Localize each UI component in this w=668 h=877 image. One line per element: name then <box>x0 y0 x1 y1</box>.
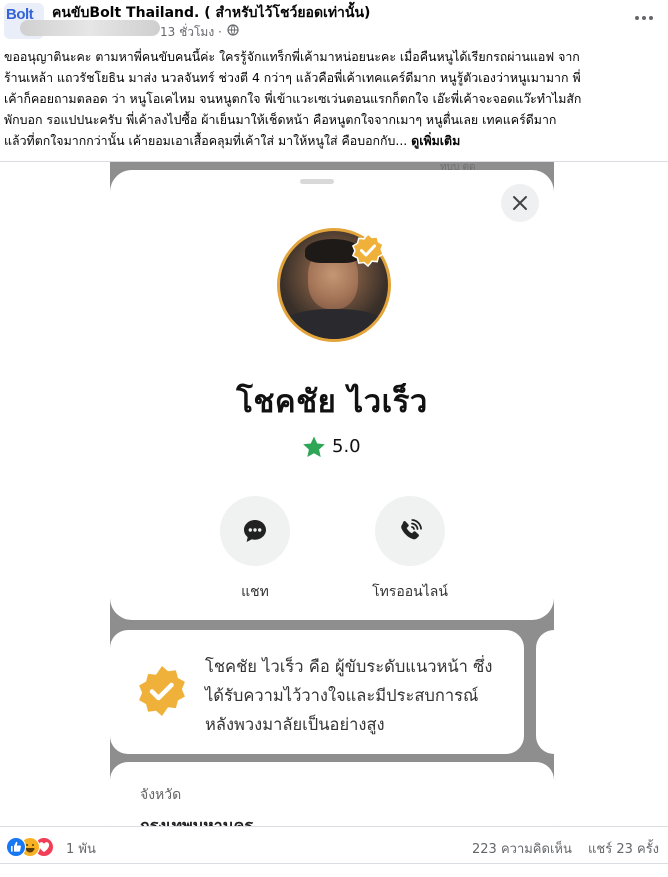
online-call-button[interactable]: โทรออนไลน์ <box>360 496 460 603</box>
post-image[interactable]: ทบบ ตด โชคชัย ไวเร็ว 5.0 แชท โทรออนไลน์ … <box>110 162 554 826</box>
province-value: กรุงเทพมหานคร <box>140 816 253 826</box>
chat-button-circle[interactable] <box>220 496 290 566</box>
post-header: Bolt คนขับBolt Thailand. ( สำหรับไว้โชว์… <box>0 0 668 44</box>
share-count[interactable]: แชร์ 23 ครั้ง <box>588 838 659 859</box>
province-label: จังหวัด <box>140 787 182 803</box>
rating-value: 5.0 <box>332 436 361 457</box>
call-label: โทรออนไลน์ <box>372 584 448 600</box>
post-line: เค้าก็คอยถามตลอด ว่า หนูโอเคไหม จนหนูตกใ… <box>4 91 582 106</box>
star-icon <box>303 436 325 457</box>
post-line: ร้านเหล้า แถวรัชโยธิน มาส่ง นวลจันทร์ ช่… <box>4 70 581 85</box>
close-button[interactable] <box>501 184 539 222</box>
post-text: ขออนุญาตินะคะ ตามหาพี่คนขับคนนี้ค่ะ ใครร… <box>4 46 662 151</box>
globe-icon <box>227 24 239 36</box>
post-timestamp[interactable]: 13 ชั่วโมง · <box>160 23 222 42</box>
photo-shirt <box>280 309 388 339</box>
post-line: แล้วที่ตกใจมากกว่านั้น เค้ายอมเอาเสื้อคล… <box>4 133 408 148</box>
province-card: จังหวัด กรุงเทพมหานคร <box>110 762 554 826</box>
divider <box>0 863 668 864</box>
verified-badge-icon <box>351 233 385 267</box>
post-line: ขออนุญาตินะคะ ตามหาพี่คนขับคนนี้ค่ะ ใครร… <box>4 49 580 64</box>
chat-label: แชท <box>241 584 269 600</box>
chat-bubble-icon <box>244 520 266 542</box>
trust-description: โชคชัย ไวเร็ว คือ ผู้ขับระดับแนวหน้า ซึ่… <box>205 657 493 734</box>
close-icon <box>513 196 527 210</box>
verified-badge-icon <box>139 666 185 716</box>
driver-name: โชคชัย ไวเร็ว <box>236 384 428 420</box>
post-line: พักบอก รอแปปนะครับ พี่เค้าลงไปซื้อ ผ้าเย… <box>4 112 557 127</box>
phone-wifi-icon <box>401 519 422 540</box>
next-card-peek <box>536 630 554 754</box>
reaction-count[interactable]: 1 พัน <box>66 838 96 859</box>
trust-card: โชคชัย ไวเร็ว คือ ผู้ขับระดับแนวหน้า ซึ่… <box>110 630 524 754</box>
like-reaction-icon <box>6 837 26 857</box>
grab-handle <box>300 179 334 184</box>
more-options-button[interactable] <box>632 8 656 28</box>
chat-button[interactable]: แชท <box>205 496 305 603</box>
see-more-link[interactable]: ดูเพิ่มเติม <box>411 133 460 148</box>
driver-profile-sheet: โชคชัย ไวเร็ว 5.0 แชท โทรออนไลน์ <box>110 170 554 620</box>
comment-count[interactable]: 223 ความคิดเห็น <box>472 838 572 859</box>
post-line-last: แล้วที่ตกใจมากกว่านั้น เค้ายอมเอาเสื้อคล… <box>4 130 662 151</box>
call-button-circle[interactable] <box>375 496 445 566</box>
divider <box>0 826 668 827</box>
group-name-link[interactable]: คนขับBolt Thailand. ( สำหรับไว้โชว์ยอดเท… <box>52 2 370 24</box>
